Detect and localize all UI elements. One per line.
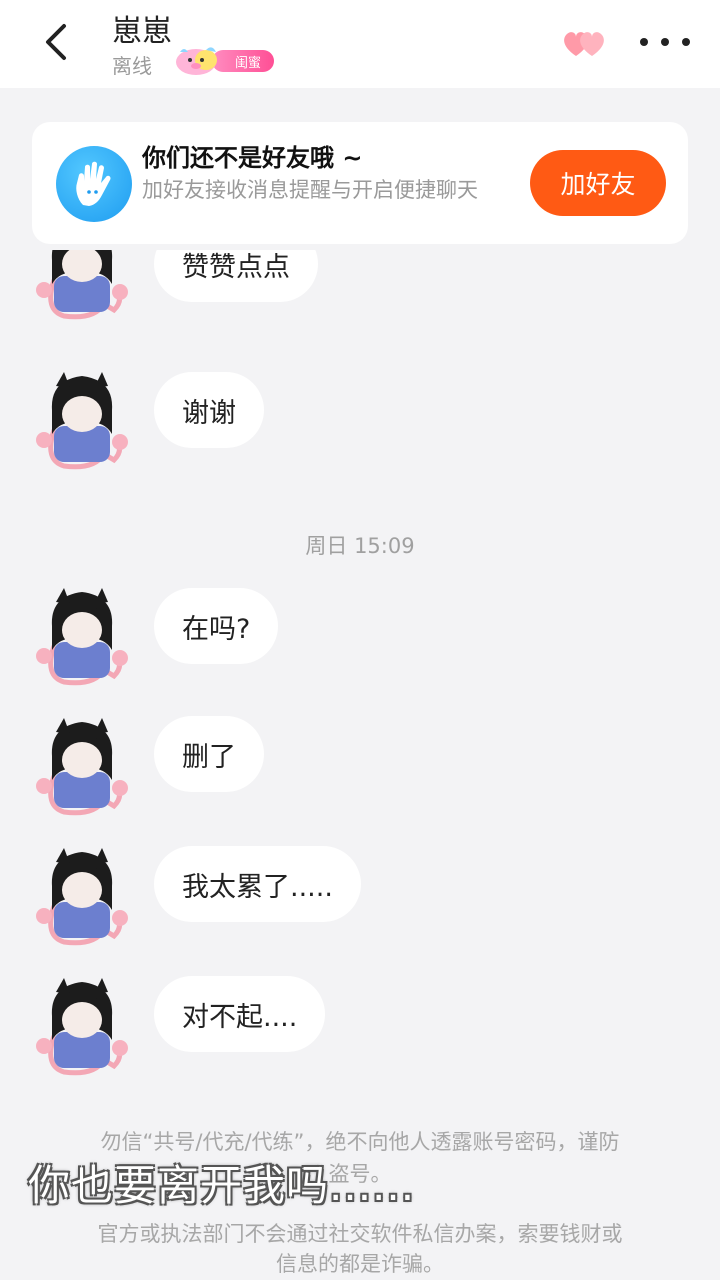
more-dot-icon	[682, 38, 690, 46]
message-bubble[interactable]: 在吗?	[154, 588, 279, 664]
contact-avatar[interactable]	[34, 846, 130, 946]
security-warning-line: 信息的都是诈骗。	[276, 1252, 444, 1276]
banner-subtitle: 加好友接收消息提醒与开启便捷聊天	[142, 178, 478, 202]
pig-face-icon	[176, 47, 217, 75]
contact-avatar[interactable]	[34, 250, 130, 320]
more-options-button[interactable]	[640, 28, 690, 56]
chat-screen: 崽崽 离线 闺蜜 你们还不是好友哦 ~ 加好友接收消息提醒与开启便捷聊天 加好友…	[0, 0, 720, 1280]
banner-title: 你们还不是好友哦 ~	[142, 144, 363, 172]
not-friends-banner: 你们还不是好友哦 ~ 加好友接收消息提醒与开启便捷聊天 加好友	[32, 122, 688, 244]
message-bubble[interactable]: 赞赞点点	[154, 250, 318, 302]
intimacy-hearts-button[interactable]	[560, 26, 610, 60]
relationship-badge[interactable]: 闺蜜	[170, 44, 276, 76]
message-timestamp: 周日 15:09	[305, 534, 415, 558]
more-dot-icon	[640, 38, 648, 46]
waving-hand-icon	[56, 146, 132, 222]
double-heart-icon	[564, 32, 604, 56]
contact-avatar[interactable]	[34, 716, 130, 816]
video-subtitle: 你也要离开我吗......	[28, 1161, 416, 1210]
online-status: 离线	[112, 54, 152, 78]
message-bubble[interactable]: 删了	[154, 716, 264, 792]
contact-avatar[interactable]	[34, 370, 130, 470]
message-bubble[interactable]: 我太累了.....	[154, 846, 361, 922]
more-dot-icon	[661, 38, 669, 46]
back-button[interactable]	[38, 22, 74, 62]
contact-name[interactable]: 崽崽	[112, 6, 172, 50]
chevron-left-icon	[46, 24, 66, 60]
chat-header: 崽崽 离线 闺蜜	[0, 0, 720, 88]
add-friend-button[interactable]: 加好友	[530, 150, 666, 216]
message-bubble[interactable]: 谢谢	[154, 372, 264, 448]
contact-avatar[interactable]	[34, 586, 130, 686]
contact-avatar[interactable]	[34, 976, 130, 1076]
security-warning-line: 官方或执法部门不会通过社交软件私信办案，索要钱财或	[97, 1222, 623, 1246]
message-bubble[interactable]: 对不起....	[154, 976, 326, 1052]
